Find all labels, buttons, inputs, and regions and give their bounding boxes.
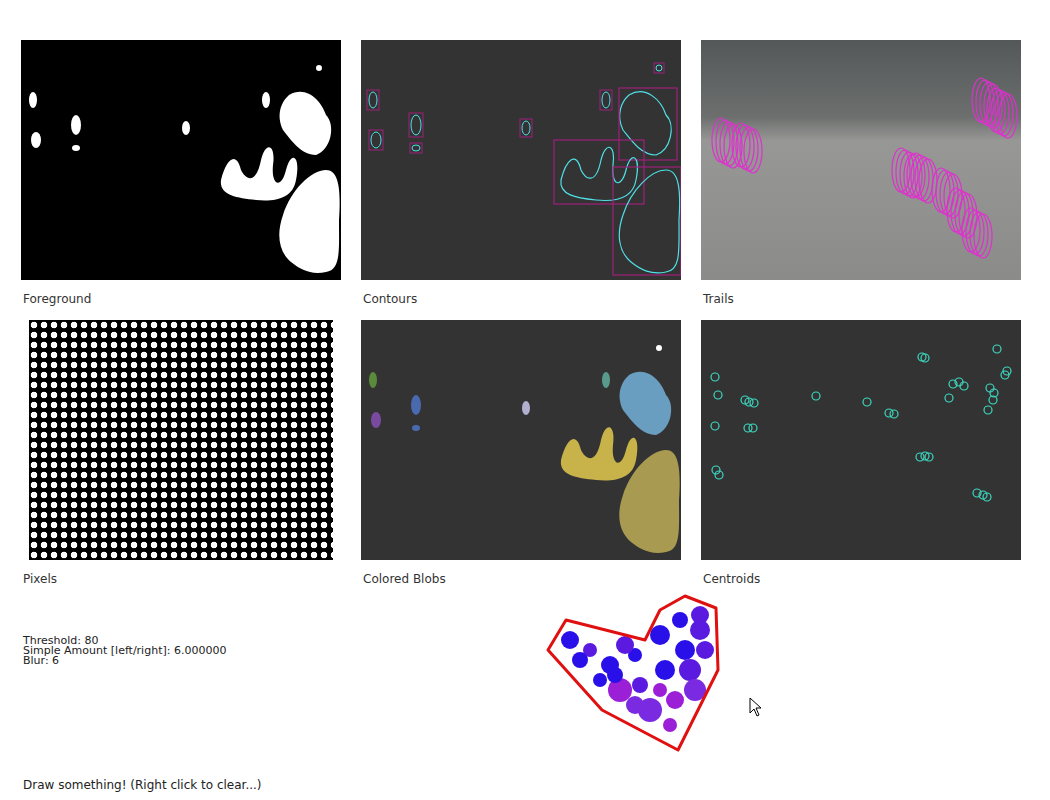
draw-hint: Draw something! (Right click to clear...… <box>23 776 1050 794</box>
panel-view <box>29 320 333 560</box>
blobs-image <box>361 320 681 560</box>
setting-line: Blur: 6 <box>23 656 1050 666</box>
view-panel: Contours <box>361 40 681 320</box>
panel-view <box>361 40 681 280</box>
panel-view <box>361 320 681 560</box>
contours-image <box>361 40 681 280</box>
panel-label: Centroids <box>701 560 1021 600</box>
panel-view <box>701 40 1021 280</box>
view-panel: Colored Blobs <box>361 320 681 600</box>
panel-label: Colored Blobs <box>361 560 681 600</box>
view-panel: Pixels <box>21 320 341 600</box>
panel-label: Foreground <box>21 280 341 320</box>
panel-label: Contours <box>361 280 681 320</box>
settings-readout: Threshold: 80Simple Amount [left/right]:… <box>23 636 1050 666</box>
panel-view <box>21 40 341 280</box>
panel-label: Pixels <box>21 560 341 600</box>
drawn-shape-icon <box>540 590 730 760</box>
drawing-canvas[interactable] <box>540 590 730 760</box>
panel-label: Trails <box>701 280 1021 320</box>
setting-line: Threshold: 80 <box>23 636 1050 646</box>
panel-view <box>701 320 1021 560</box>
cursor-icon <box>749 697 763 717</box>
mask-image <box>21 40 341 280</box>
trails-image <box>701 40 1021 280</box>
view-panel: Trails <box>701 40 1021 320</box>
view-panel: Centroids <box>701 320 1021 600</box>
setting-line: Simple Amount [left/right]: 6.000000 <box>23 646 1050 656</box>
centroids-image <box>701 320 1021 560</box>
view-panel: Foreground <box>21 40 341 320</box>
